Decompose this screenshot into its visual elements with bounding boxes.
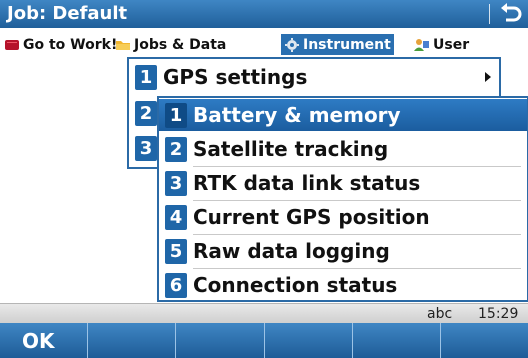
item-label: Satellite tracking (193, 137, 389, 161)
item-number: 3 (135, 135, 157, 161)
item-label: Connection status (193, 273, 398, 297)
item-number: 1 (135, 64, 157, 90)
item-number: 3 (165, 170, 187, 196)
item-number: 2 (165, 136, 187, 162)
item-number: 2 (135, 100, 157, 126)
softkey-4[interactable] (265, 323, 353, 358)
gear-icon (284, 37, 300, 52)
submenu-item-battery-memory[interactable]: 1 Battery & memory (159, 99, 527, 131)
return-arrow-icon[interactable] (492, 0, 528, 28)
item-label: RTK data link status (193, 171, 421, 195)
menu-label: Go to Work! (23, 36, 118, 53)
menu-bar: Go to Work! Jobs & Data Instrument User (0, 28, 528, 58)
menu-go-to-work[interactable]: Go to Work! (4, 34, 117, 55)
menu-jobs-data[interactable]: Jobs & Data (115, 34, 226, 55)
softkey-6[interactable] (441, 323, 528, 358)
item-label: Battery & memory (193, 103, 401, 127)
user-icon (414, 38, 430, 52)
submenu-item-rtk-data-link-status[interactable]: 3 RTK data link status (159, 167, 527, 199)
softkey-bar: OK (0, 323, 528, 358)
item-label: Current GPS position (193, 205, 430, 229)
title-divider (489, 4, 490, 24)
title-bar: Job: Default (0, 0, 528, 28)
menu-label: User (433, 36, 470, 53)
menu-label: Jobs & Data (134, 36, 227, 53)
book-icon (4, 38, 20, 52)
submenu-item-raw-data-logging[interactable]: 5 Raw data logging (159, 235, 527, 267)
window-title: Job: Default (7, 3, 128, 24)
submenu-item-satellite-tracking[interactable]: 2 Satellite tracking (159, 133, 527, 165)
menu-user[interactable]: User (414, 34, 469, 55)
ok-button[interactable]: OK (0, 323, 89, 358)
item-number: 6 (165, 272, 187, 298)
clock: 15:29 (478, 306, 519, 322)
softkey-2[interactable] (88, 323, 177, 358)
softkey-5[interactable] (353, 323, 441, 358)
softkey-3[interactable] (176, 323, 265, 358)
submenu-item-current-gps-position[interactable]: 4 Current GPS position (159, 201, 527, 233)
instrument-menu-item-gps-settings[interactable]: 1 GPS settings (129, 61, 499, 93)
folder-icon (115, 38, 131, 52)
item-label: Raw data logging (193, 239, 390, 263)
menu-label: Instrument (303, 36, 391, 53)
item-number: 4 (165, 204, 187, 230)
chevron-right-icon (485, 72, 491, 82)
input-mode-indicator[interactable]: abc (427, 306, 452, 322)
item-number: 5 (165, 238, 187, 264)
gps-settings-submenu: 1 Battery & memory 2 Satellite tracking … (157, 96, 528, 302)
item-label: GPS settings (163, 65, 308, 89)
menu-instrument[interactable]: Instrument (281, 34, 394, 55)
submenu-item-connection-status[interactable]: 6 Connection status (159, 269, 527, 301)
status-bar: abc 15:29 (0, 303, 528, 323)
item-number: 1 (165, 102, 187, 128)
